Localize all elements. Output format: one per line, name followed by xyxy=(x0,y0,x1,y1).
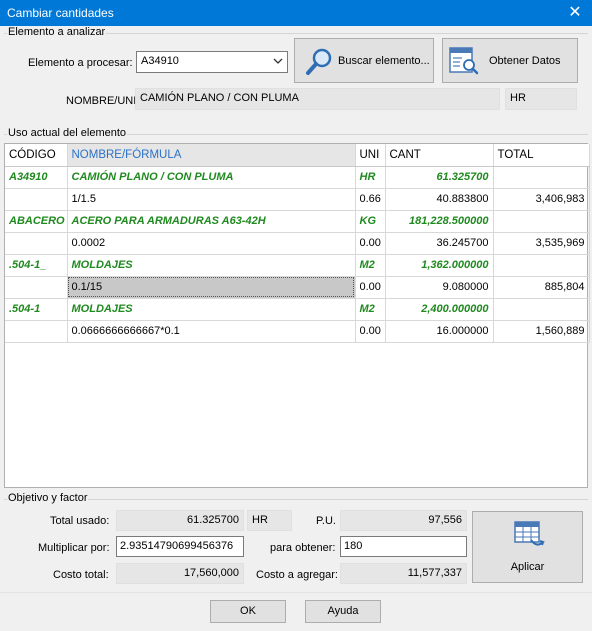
total-cell[interactable]: 885,804 xyxy=(493,276,590,299)
uni-cell[interactable]: M2 xyxy=(355,254,386,277)
formula-cell[interactable]: 0.1/15 xyxy=(67,276,356,299)
code-cell[interactable]: A34910 xyxy=(5,166,68,189)
element-uni-field: HR xyxy=(505,88,577,110)
obtain-input[interactable]: 180 xyxy=(340,536,467,557)
obtain-label: para obtener: xyxy=(270,542,336,554)
total-cell[interactable]: 3,535,969 xyxy=(493,232,590,255)
objective-group-label: Objetivo y factor xyxy=(7,492,89,504)
apply-label: Aplicar xyxy=(510,561,545,573)
cant-cell[interactable]: 2,400.000000 xyxy=(385,298,494,321)
formula-cell[interactable]: 1/1.5 xyxy=(67,188,356,211)
total-cell[interactable] xyxy=(493,166,590,189)
formula-cell[interactable]: MOLDAJES xyxy=(67,254,356,277)
unit-price-label: P.U. xyxy=(316,515,336,527)
total-cost-field: 17,560,000 xyxy=(116,563,244,584)
cant-cell[interactable]: 9.080000 xyxy=(385,276,494,299)
data-search-icon xyxy=(448,46,480,79)
process-label: Elemento a procesar: xyxy=(28,57,133,69)
code-cell[interactable]: .504-1_ xyxy=(5,254,68,277)
add-cost-field: 11,577,337 xyxy=(340,563,467,584)
column-header[interactable]: UNI xyxy=(355,144,386,167)
cant-cell[interactable]: 16.000000 xyxy=(385,320,494,343)
total-cost-label: Costo total: xyxy=(53,569,109,581)
code-cell[interactable] xyxy=(5,232,68,255)
get-data-button[interactable]: Obtener Datos xyxy=(442,38,578,83)
cant-cell[interactable]: 40.883800 xyxy=(385,188,494,211)
total-cell[interactable]: 1,560,889 xyxy=(493,320,590,343)
close-icon[interactable]: ✕ xyxy=(558,0,592,26)
formula-cell[interactable]: ACERO PARA ARMADURAS A63-42H xyxy=(67,210,356,233)
table-group-row[interactable]: .504-1_ MOLDAJES M2 1,362.000000 xyxy=(5,254,590,277)
window-title: Cambiar cantidades xyxy=(7,6,114,20)
column-header[interactable]: CANT xyxy=(385,144,494,167)
uni-cell[interactable]: HR xyxy=(355,166,386,189)
table-header-row: CÓDIGO NOMBRE/FÓRMULA UNI CANT TOTAL xyxy=(5,144,590,167)
multiply-input[interactable]: 2.93514790699456376 xyxy=(116,536,244,557)
apply-table-icon xyxy=(513,520,545,553)
code-cell[interactable] xyxy=(5,276,68,299)
chevron-down-icon[interactable] xyxy=(272,53,284,72)
cant-cell[interactable]: 181,228.500000 xyxy=(385,210,494,233)
code-cell[interactable] xyxy=(5,188,68,211)
ok-button[interactable]: OK xyxy=(210,600,286,623)
uni-cell[interactable]: 0.00 xyxy=(355,320,386,343)
help-button[interactable]: Ayuda xyxy=(305,600,381,623)
title-bar: Cambiar cantidades ✕ xyxy=(0,0,592,26)
code-cell[interactable]: .504-1 xyxy=(5,298,68,321)
table-group-row[interactable]: A34910 CAMIÓN PLANO / CON PLUMA HR 61.32570… xyxy=(5,166,590,189)
table-group-row[interactable]: ABACERO ACERO PARA ARMADURAS A63-42H KG 181… xyxy=(5,210,590,233)
formula-cell[interactable]: MOLDAJES xyxy=(67,298,356,321)
table-row[interactable]: 0.0002 0.00 36.245700 3,535,969 xyxy=(5,232,590,255)
code-cell[interactable] xyxy=(5,320,68,343)
search-element-button[interactable]: Buscar elemento... xyxy=(294,38,434,83)
total-used-label: Total usado: xyxy=(50,515,110,527)
cant-cell[interactable]: 36.245700 xyxy=(385,232,494,255)
code-cell[interactable]: ABACERO xyxy=(5,210,68,233)
name-uni-label: NOMBRE/UNI xyxy=(66,95,137,107)
uni-cell[interactable]: 0.00 xyxy=(355,276,386,299)
total-used-field: 61.325700 xyxy=(116,510,244,531)
table-row[interactable]: 1/1.5 0.66 40.883800 3,406,983 xyxy=(5,188,590,211)
usage-grid[interactable]: CÓDIGO NOMBRE/FÓRMULA UNI CANT TOTAL A34… xyxy=(4,143,590,488)
search-icon xyxy=(305,46,335,79)
total-cell[interactable] xyxy=(493,298,590,321)
total-cell[interactable] xyxy=(493,254,590,277)
process-element-combo[interactable]: A34910 xyxy=(136,51,288,73)
apply-button[interactable]: Aplicar xyxy=(472,511,583,583)
element-group-label: Elemento a analizar xyxy=(7,26,107,38)
multiply-label: Multiplicar por: xyxy=(38,542,110,554)
column-header[interactable]: CÓDIGO xyxy=(5,144,68,167)
column-header[interactable]: TOTAL xyxy=(493,144,590,167)
formula-cell[interactable]: 0.0666666666667*0.1 xyxy=(67,320,356,343)
uni-cell[interactable]: KG xyxy=(355,210,386,233)
total-used-uni-field: HR xyxy=(247,510,292,531)
cant-cell[interactable]: 1,362.000000 xyxy=(385,254,494,277)
formula-cell[interactable]: CAMIÓN PLANO / CON PLUMA xyxy=(67,166,356,189)
total-cell[interactable] xyxy=(493,210,590,233)
get-data-label: Obtener Datos xyxy=(489,55,561,67)
table-row[interactable]: 0.0666666666667*0.1 0.00 16.000000 1,560,88… xyxy=(5,320,590,343)
search-element-label: Buscar elemento... xyxy=(338,55,430,67)
unit-price-field: 97,556 xyxy=(340,510,467,531)
cant-cell[interactable]: 61.325700 xyxy=(385,166,494,189)
uni-cell[interactable]: M2 xyxy=(355,298,386,321)
table-group-row[interactable]: .504-1 MOLDAJES M2 2,400.000000 xyxy=(5,298,590,321)
uni-cell[interactable]: 0.66 xyxy=(355,188,386,211)
usage-group-label: Uso actual del elemento xyxy=(7,127,128,139)
table-row[interactable]: 0.1/15 0.00 9.080000 885,804 xyxy=(5,276,590,299)
column-header[interactable]: NOMBRE/FÓRMULA xyxy=(67,144,356,167)
process-element-value: A34910 xyxy=(141,55,179,67)
usage-table: CÓDIGO NOMBRE/FÓRMULA UNI CANT TOTAL A34… xyxy=(5,144,590,343)
total-cell[interactable]: 3,406,983 xyxy=(493,188,590,211)
formula-cell[interactable]: 0.0002 xyxy=(67,232,356,255)
add-cost-label: Costo a agregar: xyxy=(256,569,338,581)
objective-group-line xyxy=(4,499,588,500)
uni-cell[interactable]: 0.00 xyxy=(355,232,386,255)
element-name-field: CAMIÓN PLANO / CON PLUMA xyxy=(135,88,500,110)
footer-separator xyxy=(0,592,592,593)
